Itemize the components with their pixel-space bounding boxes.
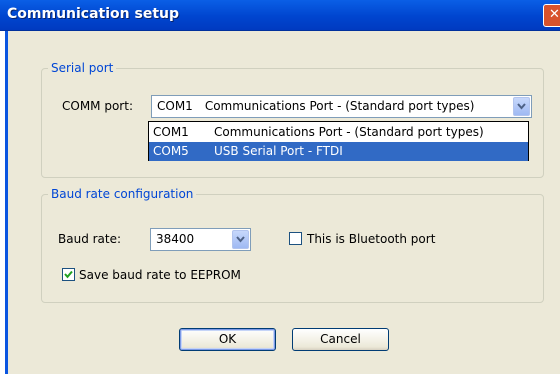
save-eeprom-label: Save baud rate to EEPROM	[79, 268, 241, 282]
cancel-button[interactable]: Cancel	[292, 328, 389, 351]
bluetooth-label: This is Bluetooth port	[307, 232, 436, 246]
chevron-down-icon[interactable]	[513, 97, 530, 116]
dialog-body: Serial port COMM port: COM1 Communication…	[5, 31, 560, 374]
baud-rate-select[interactable]: 38400	[150, 228, 251, 251]
close-icon[interactable]: ✕	[543, 4, 560, 27]
list-item[interactable]: COM1 Communications Port - (Standard por…	[149, 123, 528, 142]
baud-rate-label: Baud rate:	[58, 232, 122, 246]
cancel-button-label: Cancel	[320, 332, 361, 346]
ok-button[interactable]: OK	[179, 328, 276, 351]
ok-button-label: OK	[218, 332, 237, 346]
option-port: COM5	[153, 144, 189, 158]
comm-port-label: COMM port:	[62, 99, 133, 113]
selected-port-description: Communications Port - (Standard port typ…	[204, 99, 475, 113]
bluetooth-checkbox[interactable]	[289, 232, 302, 245]
check-icon	[64, 270, 73, 279]
communication-setup-dialog: Communication setup ✕ Serial port COMM p…	[0, 0, 560, 374]
selected-port: COM1	[157, 99, 193, 113]
window-title: Communication setup	[7, 6, 180, 22]
comm-port-dropdown-list[interactable]: COM1 Communications Port - (Standard por…	[148, 121, 529, 161]
option-port: COM1	[153, 125, 189, 139]
save-eeprom-checkbox[interactable]	[62, 268, 75, 281]
chevron-down-icon[interactable]	[232, 230, 249, 249]
comm-port-select[interactable]: COM1 Communications Port - (Standard port…	[151, 95, 532, 118]
list-item[interactable]: COM5 USB Serial Port - FTDI	[149, 142, 528, 161]
baud-rate-value: 38400	[156, 232, 195, 246]
serial-port-legend: Serial port	[51, 61, 114, 75]
option-description: USB Serial Port - FTDI	[214, 144, 343, 158]
title-bar[interactable]: Communication setup ✕	[0, 0, 560, 31]
baud-rate-legend: Baud rate configuration	[51, 187, 194, 201]
option-description: Communications Port - (Standard port typ…	[214, 125, 484, 139]
